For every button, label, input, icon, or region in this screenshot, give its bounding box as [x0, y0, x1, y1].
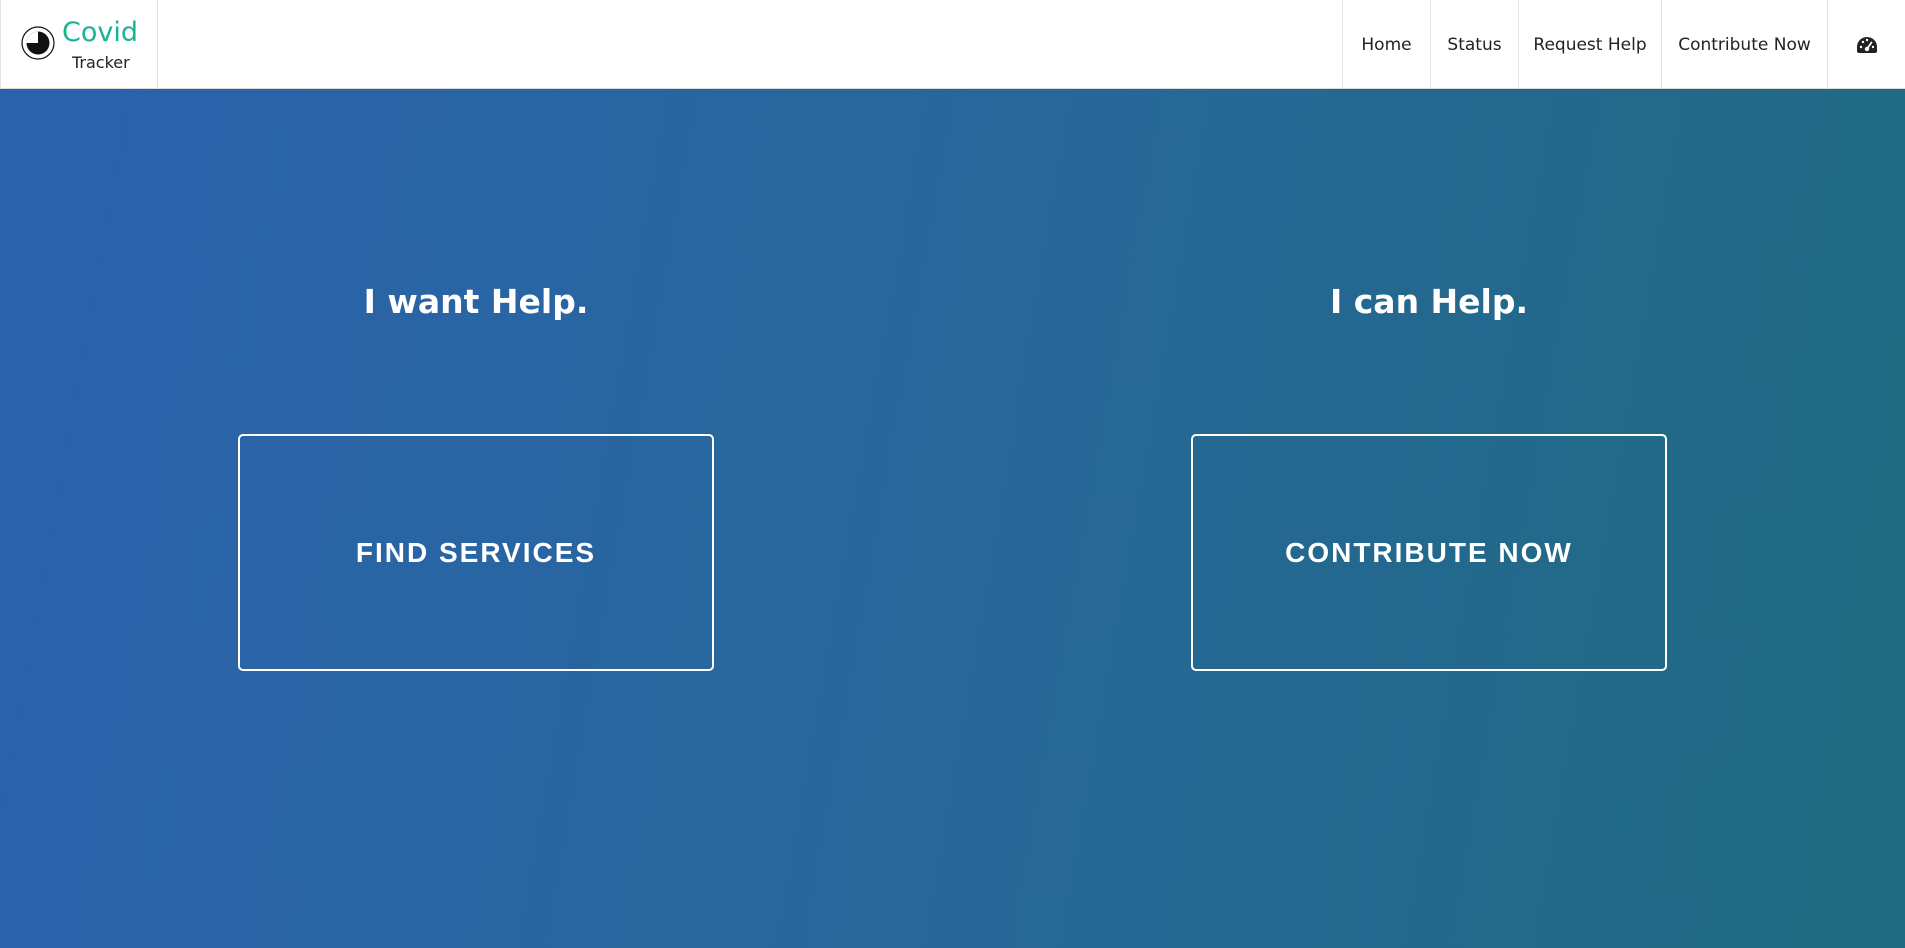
brand-subtitle: Tracker — [72, 53, 130, 72]
top-navbar: Covid Tracker Home Status Request Help C… — [0, 0, 1905, 89]
want-help-heading: I want Help. — [363, 282, 589, 321]
find-services-button[interactable]: FIND SERVICES — [238, 434, 714, 671]
contribute-now-label: CONTRIBUTE NOW — [1285, 536, 1573, 568]
nav-home-link[interactable]: Home — [1342, 0, 1430, 89]
brand-logo-link[interactable]: Covid Tracker — [0, 0, 158, 89]
nav-request-help-link[interactable]: Request Help — [1518, 0, 1661, 89]
find-services-label: FIND SERVICES — [355, 536, 597, 568]
hero-section: I want Help. I can Help. FIND SERVICES C… — [0, 89, 1905, 948]
can-help-heading: I can Help. — [1329, 282, 1529, 321]
nav-contribute-now-link[interactable]: Contribute Now — [1661, 0, 1827, 89]
nav-dashboard-link[interactable] — [1827, 0, 1905, 89]
nav-status-link[interactable]: Status — [1430, 0, 1518, 89]
contribute-now-button[interactable]: CONTRIBUTE NOW — [1191, 434, 1667, 671]
nav-links: Home Status Request Help Contribute Now — [1342, 0, 1905, 89]
circle-logo-icon — [21, 26, 55, 60]
brand-title: Covid — [62, 17, 138, 48]
dashboard-gauge-icon — [1856, 36, 1877, 53]
